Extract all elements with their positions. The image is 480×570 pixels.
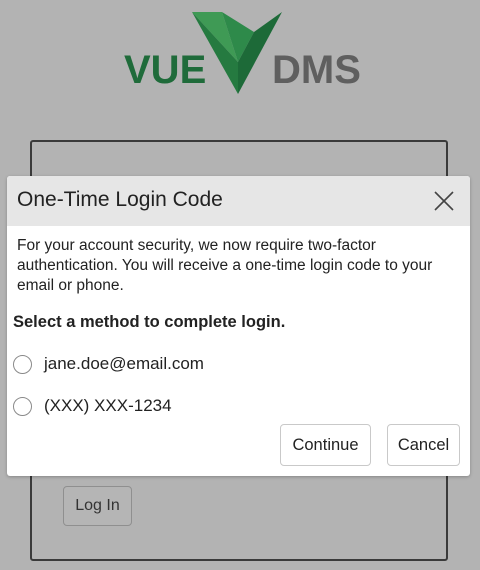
dialog-description: For your account security, we now requir… (17, 237, 433, 294)
vue-dms-logo: VUE DMS (0, 0, 480, 110)
method-option-email[interactable]: jane.doe@email.com (13, 354, 204, 374)
email-option-label: jane.doe@email.com (44, 354, 204, 373)
method-option-phone[interactable]: (XXX) XXX-1234 (13, 396, 172, 416)
email-radio[interactable] (13, 354, 32, 374)
method-heading: Select a method to complete login. (13, 313, 286, 331)
one-time-login-dialog: One-Time Login Code For your account sec… (7, 176, 470, 476)
logo-v-mark (192, 12, 282, 94)
phone-radio[interactable] (13, 396, 32, 416)
continue-button[interactable]: Continue (280, 424, 371, 466)
phone-option-label: (XXX) XXX-1234 (44, 396, 172, 415)
cancel-button[interactable]: Cancel (387, 424, 460, 466)
login-button[interactable]: Log In (63, 486, 132, 526)
logo-text-dms: DMS (272, 48, 361, 92)
close-icon[interactable] (432, 189, 456, 213)
dialog-header: One-Time Login Code (7, 176, 470, 226)
dialog-title: One-Time Login Code (17, 188, 223, 211)
